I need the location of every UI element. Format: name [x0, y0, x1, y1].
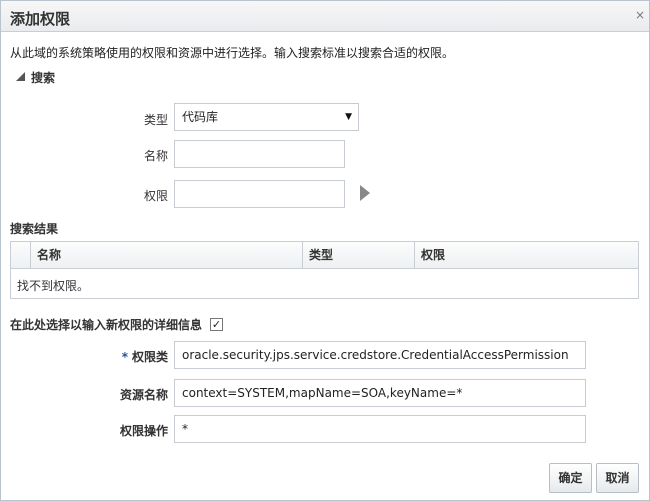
- dialog-titlebar: 添加权限 ×: [1, 1, 649, 32]
- search-results-label: 搜索结果: [10, 222, 59, 236]
- type-label: 类型: [143, 113, 168, 127]
- new-permission-checkbox[interactable]: ✓: [210, 318, 224, 331]
- column-header-permission[interactable]: 权限: [414, 242, 638, 269]
- ok-button[interactable]: 确定: [549, 463, 592, 493]
- checkmark-icon: ✓: [211, 318, 222, 331]
- dialog-description: 从此域的系统策略使用的权限和资源中进行选择。输入搜索标准以搜索合适的权限。: [10, 46, 455, 60]
- dialog-title: 添加权限: [10, 10, 71, 28]
- permission-actions-label: 权限操作: [119, 424, 168, 438]
- search-section-label: 搜索: [31, 71, 56, 85]
- permission-class-label-text: 权限类: [131, 350, 168, 364]
- permission-class-label: * 权限类: [76, 348, 168, 365]
- close-icon[interactable]: ×: [633, 7, 647, 23]
- type-select-value: 代码库: [182, 110, 219, 124]
- new-permission-checkbox-label: 在此处选择以输入新权限的详细信息: [10, 318, 203, 332]
- search-section-toggle[interactable]: 搜索: [16, 69, 55, 86]
- play-arrow-icon[interactable]: [360, 185, 370, 201]
- add-permission-dialog: 添加权限 × 从此域的系统策略使用的权限和资源中进行选择。输入搜索标准以搜索合适…: [0, 0, 650, 501]
- type-select[interactable]: 代码库 ▼: [174, 103, 359, 131]
- resource-name-label: 资源名称: [119, 388, 168, 402]
- permission-search-input[interactable]: [174, 180, 345, 208]
- new-permission-toggle[interactable]: 在此处选择以输入新权限的详细信息 ✓: [10, 316, 224, 333]
- column-header-name[interactable]: 名称: [30, 242, 302, 269]
- permission-actions-field[interactable]: *: [174, 415, 586, 443]
- chevron-down-icon: ▼: [345, 112, 352, 122]
- search-results-table: 名称 类型 权限 找不到权限。: [10, 241, 639, 299]
- header-row-selector: [11, 242, 30, 269]
- results-table-header: 名称 类型 权限: [11, 242, 638, 269]
- required-marker: *: [121, 350, 128, 364]
- resource-name-field[interactable]: context=SYSTEM,mapName=SOA,keyName=*: [174, 379, 586, 407]
- column-header-type[interactable]: 类型: [302, 242, 414, 269]
- permission-class-field[interactable]: oracle.security.jps.service.credstore.Cr…: [174, 341, 586, 369]
- permission-label: 权限: [143, 189, 168, 203]
- name-search-input[interactable]: [174, 140, 345, 168]
- empty-results-message: 找不到权限。: [17, 279, 90, 293]
- cancel-button[interactable]: 取消: [596, 463, 639, 493]
- disclosure-triangle-icon: [16, 72, 25, 81]
- name-label: 名称: [143, 149, 168, 163]
